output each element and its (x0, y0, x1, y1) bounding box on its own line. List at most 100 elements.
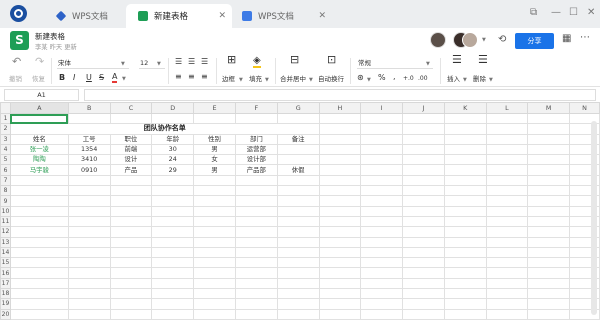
cell[interactable] (485, 226, 529, 238)
cell[interactable] (109, 112, 153, 125)
cell[interactable]: 女 (193, 154, 236, 166)
cell[interactable] (67, 277, 111, 290)
align-left-icon[interactable]: ≡ (175, 73, 182, 81)
cell[interactable] (485, 133, 529, 145)
cell[interactable] (109, 205, 153, 217)
cell[interactable]: 产品部 (234, 164, 278, 176)
cell[interactable] (360, 277, 404, 290)
cell[interactable] (67, 267, 111, 279)
chevron-down-icon[interactable]: ▼ (367, 76, 371, 84)
cell[interactable] (109, 215, 153, 228)
cell[interactable] (234, 246, 278, 259)
cell[interactable] (360, 205, 404, 217)
cell[interactable] (402, 154, 445, 166)
border-button[interactable]: 边框 (222, 75, 235, 83)
cell[interactable] (443, 298, 487, 310)
cell[interactable] (276, 154, 320, 166)
cell[interactable] (318, 257, 362, 269)
cell[interactable] (234, 215, 278, 228)
row-header[interactable]: 13 (0, 236, 11, 248)
cell[interactable] (360, 174, 404, 187)
align-center-icon[interactable]: ≡ (188, 73, 195, 81)
align-top-icon[interactable]: ☰ (175, 58, 182, 66)
name-box[interactable]: A1 (4, 89, 79, 101)
row-header[interactable]: 18 (0, 288, 11, 300)
cell[interactable] (485, 164, 529, 176)
cell[interactable] (67, 288, 111, 300)
cell[interactable] (318, 143, 362, 156)
cell[interactable] (360, 143, 404, 156)
row-header[interactable]: 15 (0, 257, 11, 269)
cell[interactable] (109, 257, 153, 269)
font-name-select[interactable]: 宋体 ▼ (57, 59, 129, 69)
cell[interactable] (193, 288, 236, 300)
cell[interactable] (276, 277, 320, 290)
cell[interactable] (485, 205, 529, 217)
cell[interactable] (276, 205, 320, 217)
cell[interactable] (527, 298, 571, 310)
cell[interactable] (151, 257, 195, 269)
cell[interactable] (234, 236, 278, 248)
cell[interactable] (67, 195, 111, 207)
column-header[interactable]: A (9, 102, 69, 114)
number-format-select[interactable]: 常规 ▼ (357, 59, 433, 69)
chevron-down-icon[interactable]: ▼ (122, 75, 126, 83)
cell[interactable] (67, 308, 111, 320)
cell[interactable] (151, 112, 195, 125)
cell[interactable] (402, 133, 445, 145)
row-header[interactable]: 19 (0, 298, 11, 310)
cell[interactable] (67, 236, 111, 248)
spreadsheet-grid[interactable]: A B C D E F G H I J K L M N 1 2 团队协作名单 3… (0, 102, 600, 328)
cell[interactable] (276, 226, 320, 238)
cell[interactable] (360, 298, 404, 310)
cell[interactable] (318, 215, 362, 228)
row-header[interactable]: 4 (0, 143, 11, 156)
cell[interactable] (360, 267, 404, 279)
cell[interactable]: 30 (151, 143, 195, 156)
close-window-icon[interactable]: ✕ (587, 7, 595, 19)
cell[interactable] (527, 174, 571, 187)
cell[interactable] (9, 298, 69, 310)
cell[interactable] (443, 246, 487, 259)
header-cell[interactable]: 工号 (67, 133, 111, 145)
cell[interactable] (443, 236, 487, 248)
header-cell[interactable]: 备注 (276, 133, 320, 145)
font-color-button[interactable]: A (112, 73, 118, 83)
cell[interactable] (276, 246, 320, 259)
cell[interactable] (527, 215, 571, 228)
cell[interactable] (402, 185, 445, 197)
close-tab-icon[interactable]: ✕ (318, 11, 326, 21)
cell[interactable] (485, 257, 529, 269)
cell[interactable]: 0910 (67, 164, 111, 176)
underline-button[interactable]: U (86, 74, 92, 82)
row-header[interactable]: 8 (0, 185, 11, 197)
cell[interactable] (318, 205, 362, 217)
cell[interactable] (67, 185, 111, 197)
column-header[interactable]: F (234, 102, 278, 114)
cell[interactable]: 张一凌 (9, 143, 69, 156)
cell[interactable] (276, 143, 320, 156)
cell[interactable] (485, 246, 529, 259)
delete-icon[interactable]: ☰ (478, 54, 488, 65)
cell[interactable] (151, 277, 195, 290)
cell[interactable] (151, 288, 195, 300)
cell[interactable] (151, 195, 195, 207)
cell[interactable] (485, 277, 529, 290)
cell[interactable] (443, 308, 487, 320)
cell[interactable] (276, 112, 320, 125)
align-right-icon[interactable]: ≡ (201, 73, 208, 81)
cell[interactable] (443, 112, 487, 125)
align-middle-icon[interactable]: ☰ (188, 58, 195, 66)
cell[interactable] (402, 308, 445, 320)
cell[interactable] (402, 123, 445, 135)
vertical-scrollbar[interactable] (591, 121, 597, 315)
row-header[interactable]: 5 (0, 154, 11, 166)
cell[interactable] (234, 205, 278, 217)
cell[interactable] (318, 226, 362, 238)
cell[interactable] (234, 195, 278, 207)
border-icon[interactable]: ⊞ (227, 54, 236, 65)
restore-icon[interactable]: ⧉ (530, 7, 537, 19)
cell[interactable] (360, 215, 404, 228)
cell[interactable] (443, 267, 487, 279)
cell[interactable] (109, 236, 153, 248)
